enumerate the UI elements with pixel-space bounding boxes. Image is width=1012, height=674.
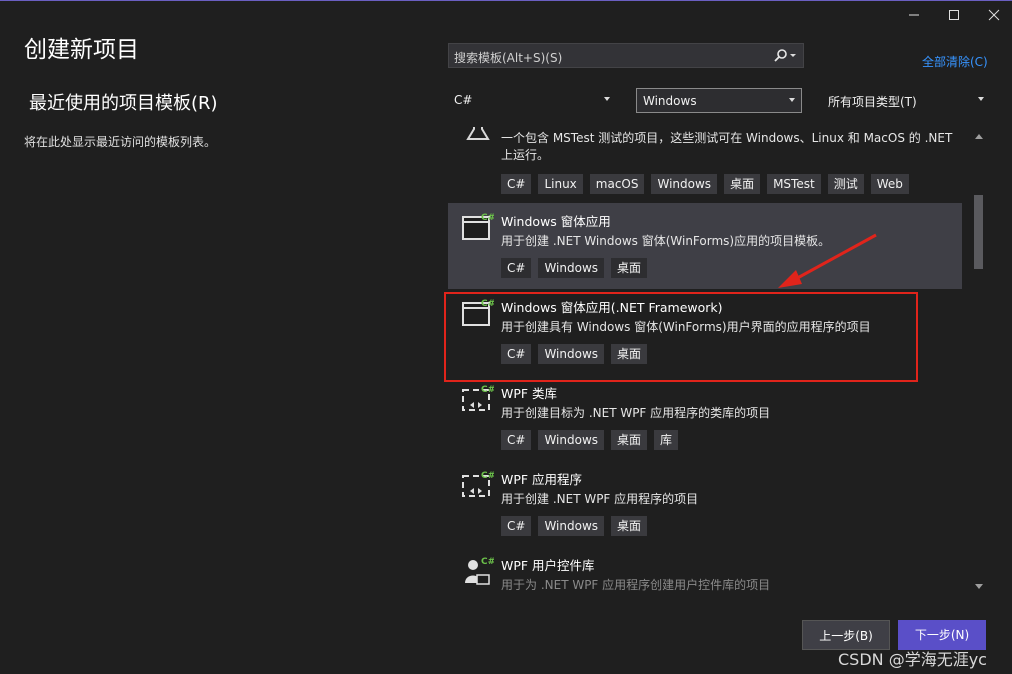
template-description: 用于为 .NET WPF 应用程序创建用户控件库的项目 (501, 578, 771, 592)
language-filter-dropdown[interactable]: C# (448, 88, 616, 113)
tag: Linux (538, 174, 583, 194)
template-tags: C# Linux macOS Windows 桌面 MSTest 测试 Web (501, 174, 909, 194)
recent-templates-empty-text: 将在此处显示最近访问的模板列表。 (24, 135, 217, 149)
chevron-down-icon (789, 98, 795, 102)
user-control-icon: C# (465, 557, 494, 585)
window-top-border (0, 0, 1012, 1)
annotation-arrow-icon (778, 233, 877, 288)
watermark: CSDN @学海无涯yc (838, 650, 987, 669)
template-item-wpf-class-library[interactable]: C# WPF 类库 用于创建目标为 .NET WPF 应用程序的类库的项目 C#… (448, 375, 962, 461)
tag: 桌面 (611, 430, 648, 450)
close-icon (988, 9, 1000, 21)
tag: macOS (589, 174, 645, 194)
close-button[interactable] (980, 4, 1008, 26)
page-title: 创建新项目 (24, 37, 139, 63)
template-tags: C# Windows 桌面 (501, 258, 648, 278)
wpf-app-icon: C# (462, 471, 494, 497)
maximize-button[interactable] (940, 4, 968, 26)
chevron-down-icon (978, 97, 984, 101)
tag: C# (501, 174, 532, 194)
tag: Windows (538, 430, 605, 450)
template-description-continued: 上运行。 (501, 148, 550, 162)
tag: Windows (651, 174, 718, 194)
test-project-icon (466, 127, 490, 140)
template-description: 用于创建目标为 .NET WPF 应用程序的类库的项目 (501, 406, 771, 420)
language-filter-value: C# (454, 93, 473, 107)
template-name: Windows 窗体应用 (501, 214, 611, 229)
tag: C# (501, 516, 532, 536)
clear-all-link[interactable]: 全部清除(C) (922, 53, 988, 70)
svg-text:C#: C# (481, 385, 494, 395)
tag: 桌面 (611, 258, 648, 278)
maximize-icon (949, 10, 959, 20)
tag: C# (501, 258, 532, 278)
template-name: WPF 类库 (501, 386, 558, 401)
tag: Windows (538, 516, 605, 536)
svg-text:C#: C# (481, 471, 494, 481)
search-icon[interactable] (771, 48, 797, 64)
scrollbar-thumb[interactable] (974, 195, 983, 269)
platform-filter-value: Windows (643, 94, 697, 108)
template-list-scrollbar[interactable] (970, 127, 988, 595)
search-input[interactable]: 搜索模板(Alt+S)(S) (448, 43, 804, 68)
minimize-button[interactable] (900, 4, 928, 26)
template-item-mstest[interactable]: 一个包含 MSTest 测试的项目，这些测试可在 Windows、Linux 和… (448, 127, 962, 205)
template-description: 一个包含 MSTest 测试的项目，这些测试可在 Windows、Linux 和… (501, 131, 953, 145)
template-item-wpf-app[interactable]: C# WPF 应用程序 用于创建 .NET WPF 应用程序的项目 C# Win… (448, 461, 962, 547)
recent-templates-heading: 最近使用的项目模板(R) (29, 93, 218, 114)
template-name: WPF 应用程序 (501, 472, 583, 487)
template-tags: C# Windows 桌面 (501, 516, 648, 536)
tag: 库 (654, 430, 679, 450)
platform-filter-dropdown[interactable]: Windows (636, 88, 802, 113)
tag: Web (870, 174, 909, 194)
tag: 测试 (827, 174, 864, 194)
project-type-filter-dropdown[interactable]: 所有项目类型(T) (822, 88, 990, 113)
scroll-up-arrow-icon[interactable] (975, 134, 983, 139)
tag: Windows (538, 258, 605, 278)
chevron-down-icon (604, 97, 610, 101)
tag: 桌面 (724, 174, 761, 194)
template-name: WPF 用户控件库 (501, 558, 595, 573)
scroll-down-arrow-icon[interactable] (975, 584, 983, 589)
template-tags: C# Windows 桌面 库 (501, 430, 679, 450)
tag: MSTest (767, 174, 821, 194)
wpf-library-icon: C# (462, 385, 494, 411)
tag: 桌面 (611, 516, 648, 536)
project-type-filter-value: 所有项目类型(T) (828, 95, 917, 109)
svg-text:C#: C# (481, 213, 494, 223)
windows-form-icon: C# (462, 213, 494, 240)
template-description: 用于创建 .NET WPF 应用程序的项目 (501, 492, 699, 506)
tag: C# (501, 430, 532, 450)
template-item-wpf-user-control-library[interactable]: C# WPF 用户控件库 用于为 .NET WPF 应用程序创建用户控件库的项目 (448, 547, 962, 595)
minimize-icon (909, 14, 919, 16)
svg-text:C#: C# (481, 557, 494, 567)
annotation-highlight-box (444, 292, 918, 382)
search-placeholder: 搜索模板(Alt+S)(S) (454, 51, 563, 65)
